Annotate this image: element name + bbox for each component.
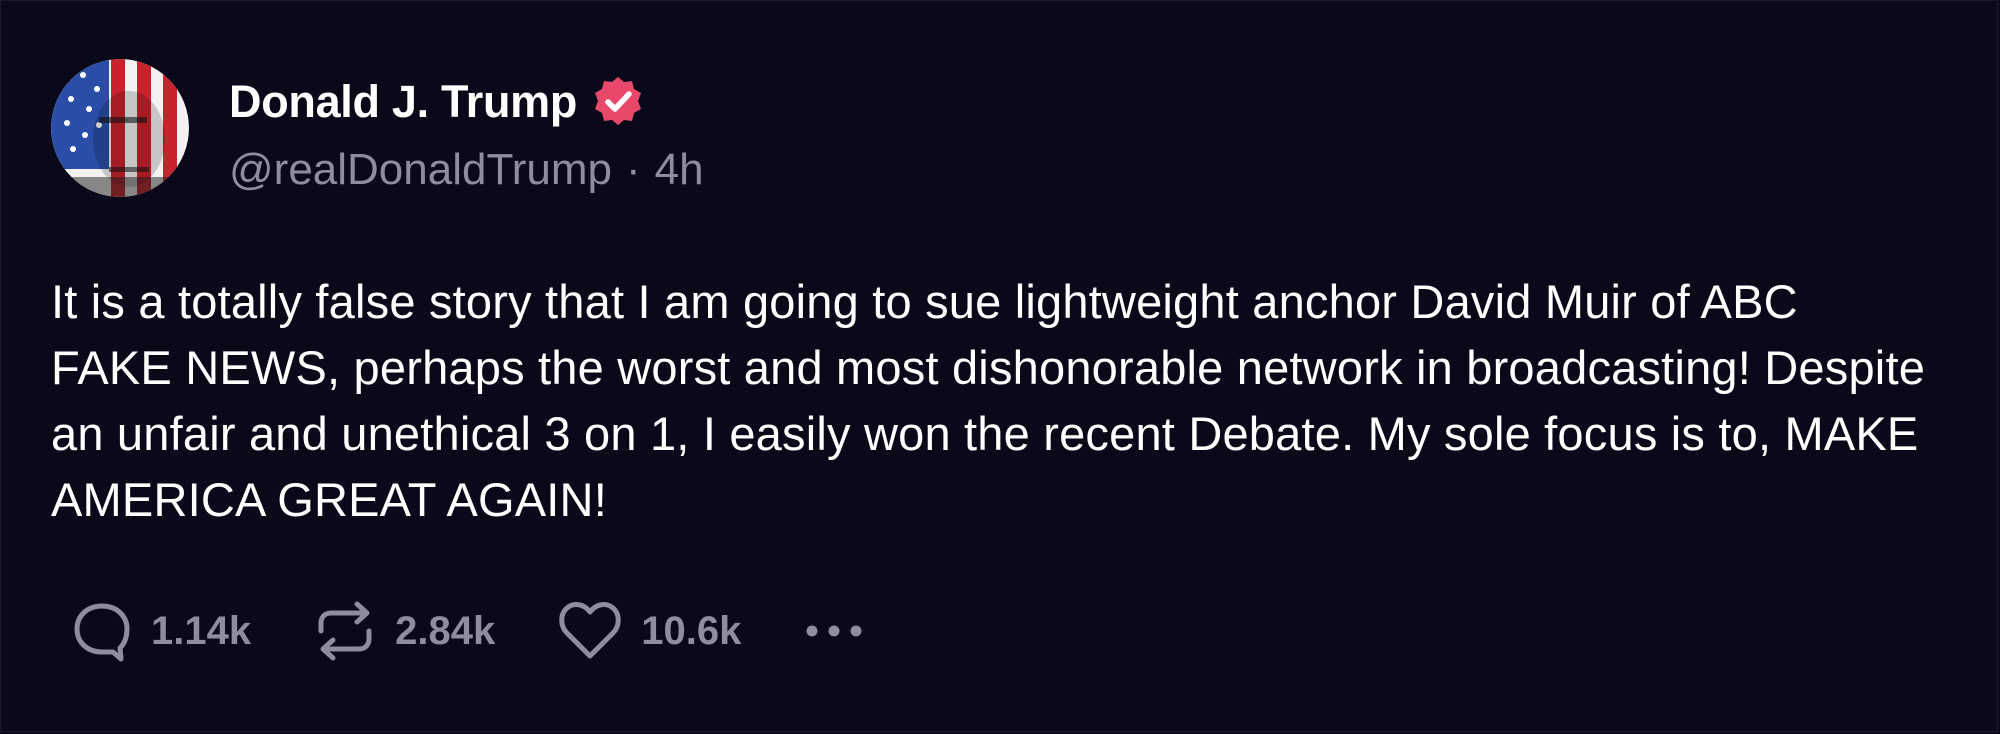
avatar[interactable] [51,59,189,197]
reply-icon [74,603,130,662]
repost-count: 2.84k [395,608,496,653]
author-handle[interactable]: @realDonaldTrump [229,145,612,195]
post-header: Donald J. Trump @realDonaldTrump · 4h [51,59,1951,197]
truth-post: Donald J. Trump @realDonaldTrump · 4h It… [51,59,1951,662]
author-display-name[interactable]: Donald J. Trump [229,76,577,128]
post-card: Donald J. Trump @realDonaldTrump · 4h It… [0,0,1998,732]
like-count: 10.6k [641,608,742,653]
post-body: It is a totally false story that I am go… [51,275,1926,526]
repost-icon [318,601,372,661]
repost-button[interactable]: 2.84k [313,599,495,663]
author-info: Donald J. Trump @realDonaldTrump · 4h [229,67,704,195]
name-row: Donald J. Trump [229,67,704,137]
action-bar: 1.14k 2.84k 10.6k [71,599,865,663]
more-options-button[interactable] [803,621,865,641]
avatar-image [51,59,189,197]
heart-icon [559,602,621,659]
verified-badge-icon [591,75,645,129]
meta-separator: · [625,145,641,194]
reply-button[interactable]: 1.14k [71,600,251,662]
post-timestamp[interactable]: 4h [655,145,704,195]
more-icon [806,625,862,637]
reply-count: 1.14k [151,608,252,653]
meta-row: @realDonaldTrump · 4h [229,145,704,195]
like-button[interactable]: 10.6k [557,600,741,662]
